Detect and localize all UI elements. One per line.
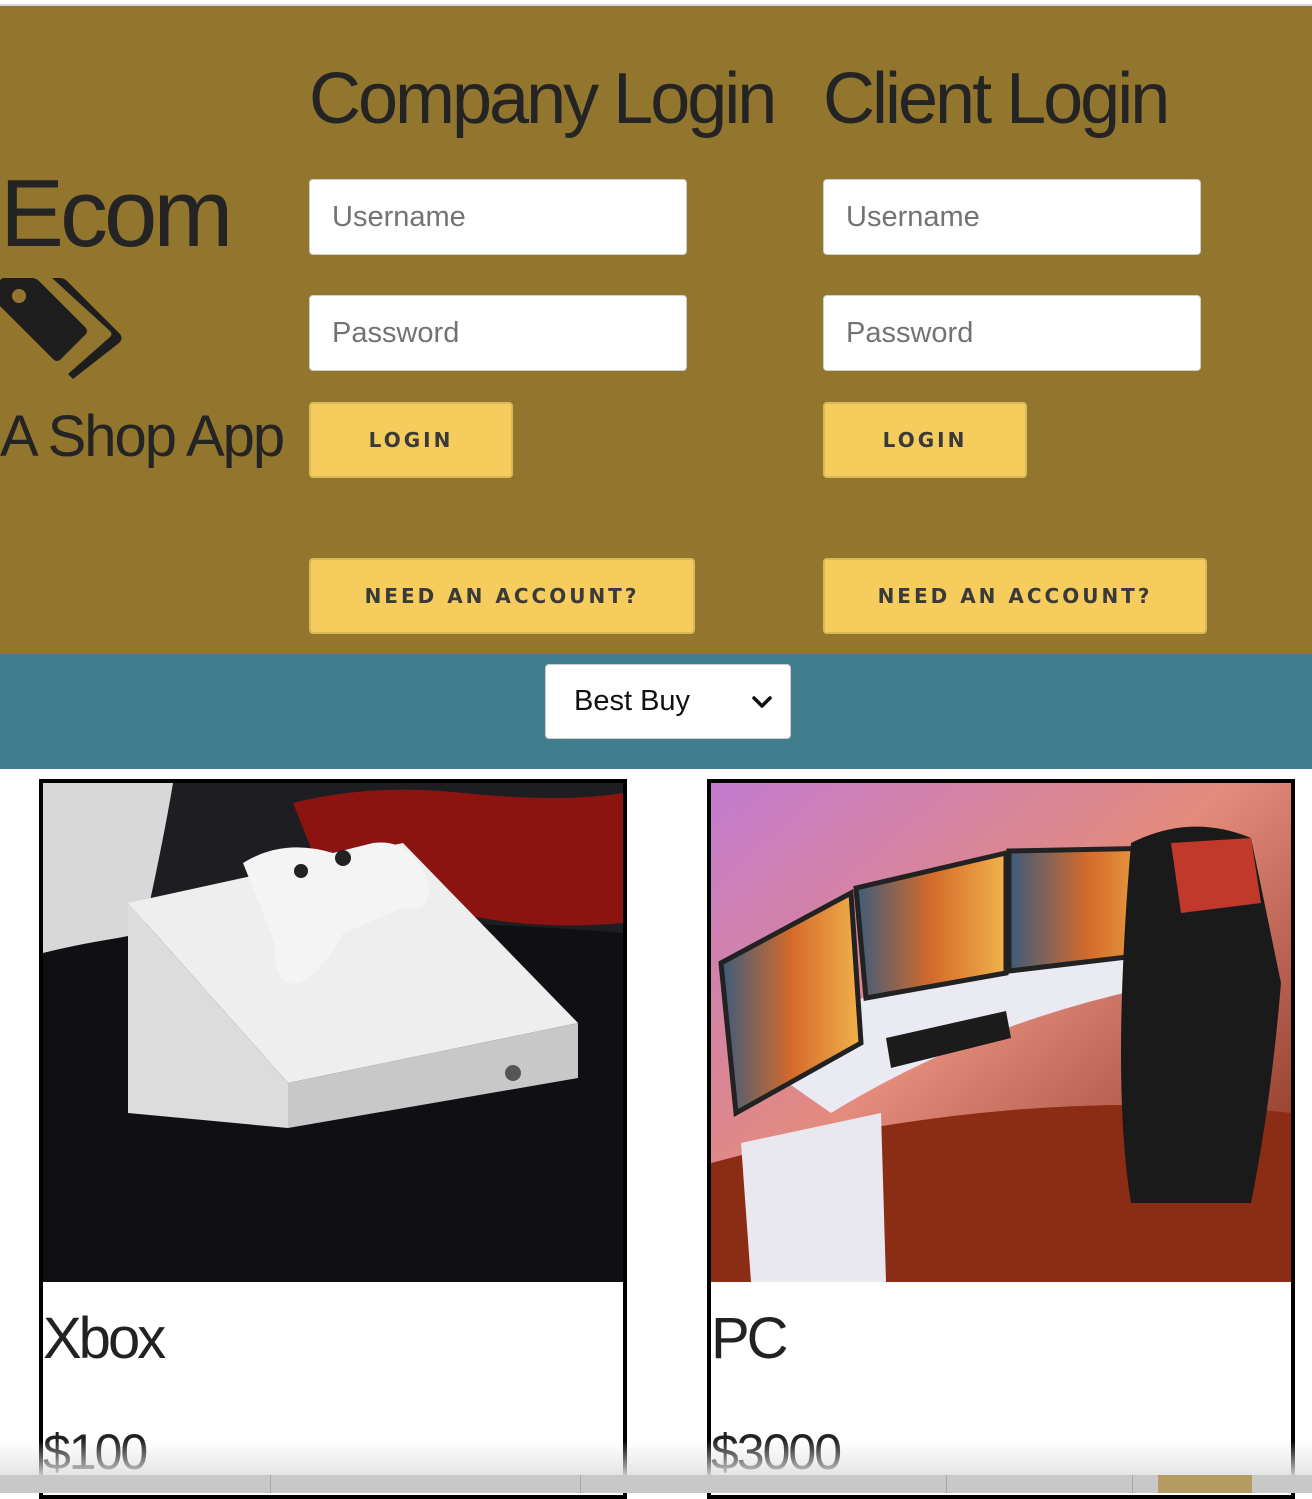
store-select[interactable]: Best Buy <box>545 664 791 739</box>
brand-subtitle: A Shop App <box>0 404 285 469</box>
chevron-down-icon <box>752 695 772 708</box>
strip-accent <box>1158 1475 1252 1493</box>
brand-title: Ecom <box>0 160 233 267</box>
client-password-input[interactable] <box>823 295 1201 371</box>
product-image <box>711 783 1291 1282</box>
strip-divider <box>946 1475 947 1493</box>
company-signup-button[interactable]: Need an account? <box>309 558 695 634</box>
product-image <box>43 783 623 1282</box>
bottom-strip <box>0 1475 1312 1493</box>
product-grid: Xbox $100 <box>0 769 1312 1499</box>
company-password-input[interactable] <box>309 295 687 371</box>
strip-divider <box>1132 1475 1133 1493</box>
product-card[interactable]: Xbox $100 <box>39 779 627 1499</box>
store-select-value: Best Buy <box>574 685 691 717</box>
client-username-input[interactable] <box>823 179 1201 255</box>
tags-icon <box>0 278 122 379</box>
client-signup-button[interactable]: Need an account? <box>823 558 1207 634</box>
company-login-heading: Company Login <box>309 59 777 139</box>
product-name: PC <box>711 1306 789 1371</box>
bottom-fade <box>0 1440 1312 1476</box>
client-login-heading: Client Login <box>823 59 1170 139</box>
client-login-button[interactable]: Login <box>823 402 1027 478</box>
strip-divider <box>270 1475 271 1493</box>
company-username-input[interactable] <box>309 179 687 255</box>
company-login-button[interactable]: Login <box>309 402 513 478</box>
login-header: Ecom A Shop App Company Login Login Need… <box>0 6 1312 654</box>
brand-block: Ecom A Shop App <box>0 160 285 469</box>
strip-divider <box>580 1475 581 1493</box>
product-card[interactable]: PC $3000 <box>707 779 1295 1499</box>
store-filter-bar: Best Buy <box>0 654 1312 769</box>
product-name: Xbox <box>43 1306 166 1371</box>
